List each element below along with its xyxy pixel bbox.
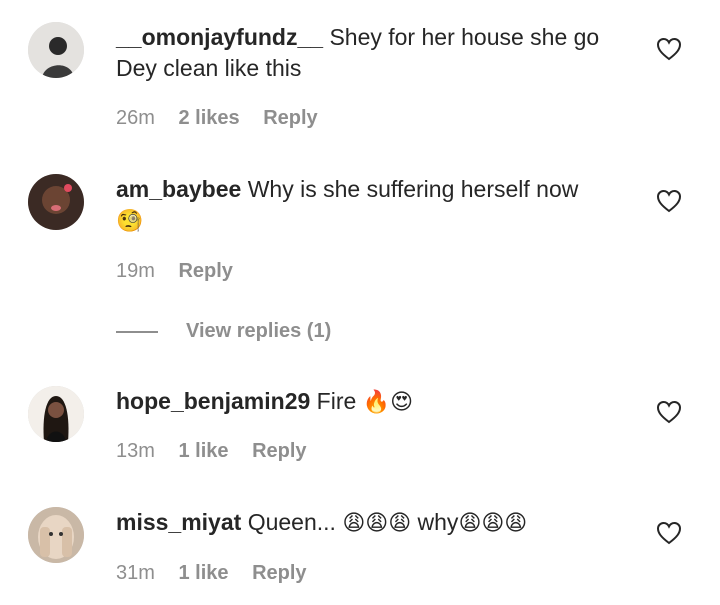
view-replies-label: View replies (1) xyxy=(186,320,332,342)
comment-meta: 31m 1 like Reply xyxy=(116,562,307,585)
comment-body: Why is she suffering herself now xyxy=(247,176,579,202)
likes-count[interactable]: 1 like xyxy=(178,440,228,462)
comment-body: Fire xyxy=(316,388,357,414)
comment-meta: 13m 1 like Reply xyxy=(116,440,307,463)
comment-body-2: why xyxy=(417,509,459,535)
comment-meta: 26m 2 likes Reply xyxy=(116,107,318,130)
comment-text: __omonjayfundz__ Shey for her house she … xyxy=(116,22,616,84)
timestamp: 19m xyxy=(116,260,155,282)
comment-text: am_baybee Why is she suffering herself n… xyxy=(116,174,616,237)
heart-outline-icon[interactable] xyxy=(656,400,682,424)
view-replies-button[interactable]: View replies (1) xyxy=(116,320,331,343)
likes-count[interactable]: 1 like xyxy=(178,562,228,584)
timestamp: 31m xyxy=(116,562,155,584)
reply-button[interactable]: Reply xyxy=(263,107,317,129)
reply-button[interactable]: Reply xyxy=(252,562,306,584)
username[interactable]: __omonjayfundz__ xyxy=(116,24,323,50)
emoji: 🔥😍 xyxy=(362,390,414,415)
avatar[interactable] xyxy=(28,22,84,78)
username[interactable]: hope_benjamin29 xyxy=(116,388,310,414)
likes-count[interactable]: 2 likes xyxy=(178,107,239,129)
emoji: 😩😩😩 xyxy=(458,511,528,536)
avatar[interactable] xyxy=(28,174,84,230)
reply-button[interactable]: Reply xyxy=(252,440,306,462)
emoji: 🧐 xyxy=(116,209,144,234)
comment-meta: 19m Reply xyxy=(116,260,233,283)
avatar[interactable] xyxy=(28,386,84,442)
emoji: 😩😩😩 xyxy=(342,511,412,536)
comment-text: hope_benjamin29 Fire 🔥😍 xyxy=(116,386,616,418)
heart-outline-icon[interactable] xyxy=(656,189,682,213)
heart-outline-icon[interactable] xyxy=(656,521,682,545)
timestamp: 26m xyxy=(116,107,155,129)
timestamp: 13m xyxy=(116,440,155,462)
comment-text: miss_miyat Queen... 😩😩😩 why😩😩😩 xyxy=(116,507,636,539)
comment-body: Queen... xyxy=(247,509,336,535)
divider-line xyxy=(116,330,158,333)
username[interactable]: am_baybee xyxy=(116,176,241,202)
reply-button[interactable]: Reply xyxy=(178,260,232,282)
avatar[interactable] xyxy=(28,507,84,563)
username[interactable]: miss_miyat xyxy=(116,509,241,535)
heart-outline-icon[interactable] xyxy=(656,37,682,61)
